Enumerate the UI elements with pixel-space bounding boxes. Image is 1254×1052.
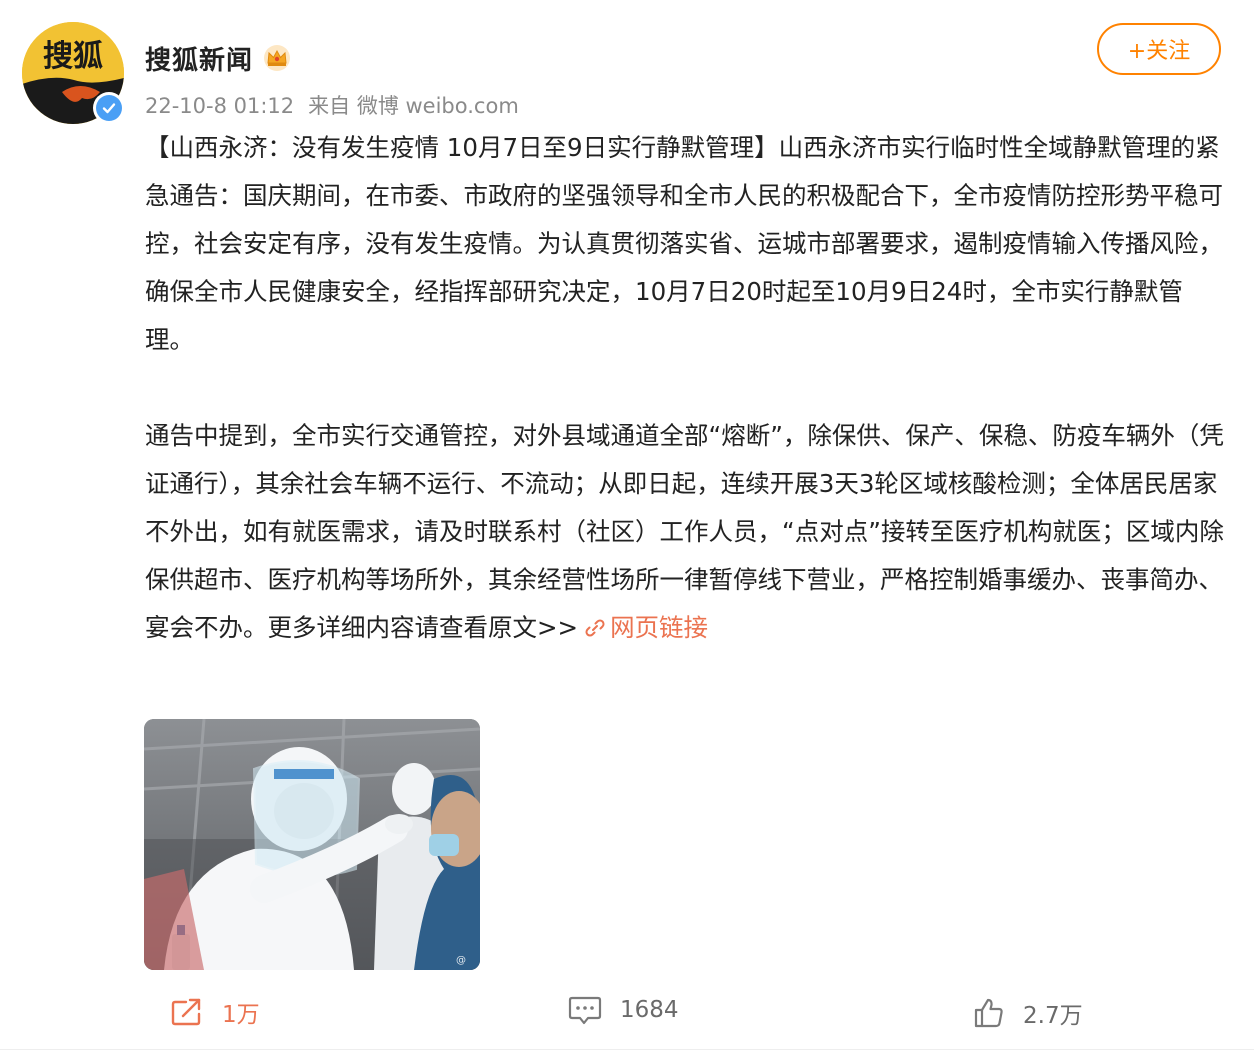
repost-icon bbox=[171, 998, 201, 1026]
repost-button[interactable]: 1万 bbox=[170, 995, 260, 1029]
comment-count: 1684 bbox=[620, 997, 679, 1023]
like-button[interactable]: 2.7万 bbox=[973, 996, 1083, 1030]
avatar-text: 搜狐 bbox=[43, 39, 103, 74]
svg-text:@: @ bbox=[456, 955, 466, 966]
author-name[interactable]: 搜狐新闻 bbox=[145, 40, 253, 77]
post-content: 【山西永济：没有发生疫情 10月7日至9日实行静默管理】山西永济市实行临时性全域… bbox=[145, 124, 1230, 652]
comment-icon bbox=[568, 996, 602, 1025]
web-link[interactable]: 网页链接 bbox=[578, 613, 708, 642]
post-actions: 1万 1684 2.7万 bbox=[0, 985, 1254, 1045]
post-meta: 22-10-8 01:12 来自 微博 weibo.com bbox=[145, 90, 519, 120]
verified-check-icon bbox=[96, 95, 122, 121]
post-source: 来自 微博 weibo.com bbox=[308, 94, 519, 118]
thumbs-up-icon bbox=[974, 998, 1003, 1028]
post-time[interactable]: 22-10-8 01:12 bbox=[145, 94, 294, 118]
crown-icon[interactable] bbox=[262, 44, 292, 72]
link-icon bbox=[585, 619, 605, 637]
repost-count: 1万 bbox=[222, 1002, 260, 1028]
comment-button[interactable]: 1684 bbox=[568, 995, 679, 1025]
like-count: 2.7万 bbox=[1023, 1003, 1083, 1029]
weibo-post-card: 搜狐 搜狐新闻 22-10-8 01:12 来自 微博 weibo.com +关注… bbox=[0, 0, 1254, 1052]
verified-badge bbox=[93, 92, 125, 124]
post-paragraph-2-text: 通告中提到，全市实行交通管控，对外县域通道全部“熔断”，除保供、保产、保稳、防疫… bbox=[145, 421, 1224, 642]
web-link-label: 网页链接 bbox=[610, 613, 709, 642]
post-paragraph-2: 通告中提到，全市实行交通管控，对外县域通道全部“熔断”，除保供、保产、保稳、防疫… bbox=[145, 412, 1230, 652]
divider bbox=[0, 1049, 1254, 1050]
post-image[interactable]: @ bbox=[144, 719, 480, 970]
follow-button[interactable]: +关注 bbox=[1097, 23, 1221, 75]
nucleic-acid-test-photo: @ bbox=[144, 719, 480, 970]
post-paragraph-1: 【山西永济：没有发生疫情 10月7日至9日实行静默管理】山西永济市实行临时性全域… bbox=[145, 133, 1223, 354]
